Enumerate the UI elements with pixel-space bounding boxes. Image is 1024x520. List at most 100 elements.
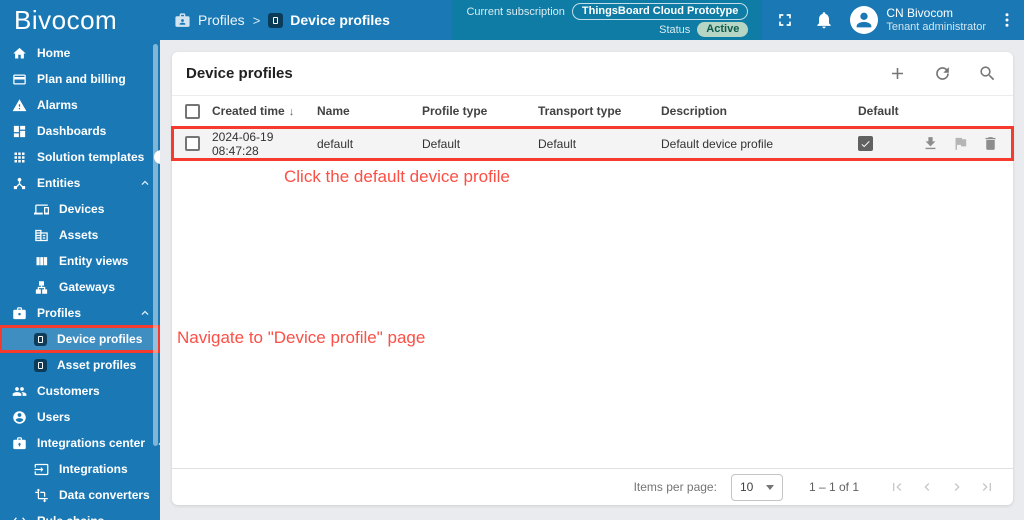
subscription-row: Current subscription ThingsBoard Cloud P… [466,3,749,20]
sidebar-item-entity-views[interactable]: Entity views [0,248,160,274]
last-page-icon[interactable] [979,479,995,495]
sidebar-item-customers[interactable]: Customers [0,378,160,404]
set-default-flag-icon[interactable] [952,135,969,152]
row-actions [922,135,1013,152]
breadcrumb-page-label: Device profiles [290,12,390,28]
column-header-default[interactable]: Default [858,104,922,118]
profiles-icon [175,12,190,27]
app-root: Bivocom Profiles > Device profiles Curre… [0,0,1024,520]
status-badge: Active [697,22,749,37]
sidebar-item-home[interactable]: Home [0,40,160,66]
column-header-profile-type[interactable]: Profile type [422,104,538,118]
warning-icon [12,98,27,111]
sidebar-item-devices[interactable]: Devices [0,196,160,222]
first-page-icon[interactable] [889,479,905,495]
sidebar-item-label: Data converters [59,488,150,502]
sidebar-item-label: Customers [37,384,100,398]
sidebar-item-label: Devices [59,202,105,216]
cell-profile-type: Default [422,136,461,151]
chevron-up-icon [141,310,149,315]
cell-description: Default device profile [661,136,774,151]
export-download-icon[interactable] [922,135,939,152]
home-icon [13,47,26,58]
devices-icon [34,204,49,214]
sidebar-item-assets[interactable]: Assets [0,222,160,248]
user-avatar[interactable] [850,6,879,34]
sidebar-item-label: Integrations center [37,436,146,450]
sidebar-scrollbar[interactable] [153,44,158,446]
row-checkbox-cell [185,136,203,151]
sidebar-item-asset-profiles[interactable]: Asset profiles [0,352,160,378]
sidebar-item-profiles[interactable]: Profiles [0,300,160,326]
next-page-icon[interactable] [949,479,965,495]
page-title: Device profiles [186,65,293,82]
apps-grid-icon [14,152,25,162]
column-header-name[interactable]: Name [317,104,422,118]
column-header-created-time[interactable]: Created time ↓ [212,104,317,118]
sidebar-item-device-profiles[interactable]: Device profiles [0,325,160,353]
search-icon[interactable] [978,64,997,83]
table-row[interactable]: 2024-06-19 08:47:28 default Default Defa… [171,126,1014,161]
data-converters-transform-icon [35,488,48,502]
card-toolbar: Device profiles [172,52,1013,96]
select-caret-icon [765,484,774,490]
sidebar-item-label: Home [37,46,71,60]
header-checkbox-cell [185,103,203,119]
sidebar-item-label: Users [37,410,71,424]
chevron-up-icon [141,180,149,185]
logo-wrap: Bivocom [0,5,160,36]
cell-transport-type: Default [538,136,577,151]
sidebar-item-label: Plan and billing [37,72,126,86]
sidebar-item-label: Assets [59,228,99,242]
brand-logo: Bivocom [14,4,118,35]
sidebar-item-solution-templates[interactable]: Solution templates NEW [0,144,160,170]
sidebar-item-gateways[interactable]: Gateways [0,274,160,300]
pagination-bar: Items per page: 10 1 – 1 of 1 [172,468,1013,505]
cell-created-time: 2024-06-19 08:47:28 [212,129,274,158]
sidebar-item-label: Rule chains [37,514,104,520]
sidebar-item-integrations[interactable]: Integrations [0,456,160,482]
sidebar-item-dashboards[interactable]: Dashboards [0,118,160,144]
refresh-icon[interactable] [933,64,952,83]
user-info[interactable]: CN Bivocom Tenant administrator [886,6,986,35]
add-device-profile-icon[interactable] [888,64,907,83]
top-header: Bivocom Profiles > Device profiles Curre… [0,0,1024,40]
profiles-briefcase-icon [13,306,26,319]
delete-trash-icon[interactable] [982,135,999,152]
device-profile-box-icon [268,12,284,28]
sidebar-item-label: Asset profiles [57,358,137,372]
sort-desc-icon[interactable]: ↓ [289,106,295,118]
sidebar-item-label: Device profiles [57,332,143,346]
kebab-menu-icon[interactable] [998,10,1016,30]
asset-profile-box-icon [34,358,47,372]
notifications-bell-icon[interactable] [814,10,834,30]
customers-people-icon [12,386,27,396]
device-profiles-card: Device profiles Created time ↓ Name Prof… [171,52,1014,505]
user-role: Tenant administrator [886,20,986,33]
column-header-transport-type[interactable]: Transport type [538,104,661,118]
sidebar-item-data-converters[interactable]: Data converters [0,482,160,508]
subscription-block[interactable]: Current subscription ThingsBoard Cloud P… [452,0,763,40]
avatar-person-icon [856,12,872,28]
sidebar-item-alarms[interactable]: Alarms [0,92,160,118]
gateways-lan-icon [35,280,48,294]
breadcrumb-device-profiles: Device profiles [268,12,390,28]
default-checked-checkbox[interactable] [858,136,873,151]
prev-page-icon[interactable] [919,479,935,495]
row-select-checkbox[interactable] [185,136,200,151]
column-header-description[interactable]: Description [661,104,858,118]
subscription-plan-pill[interactable]: ThingsBoard Cloud Prototype [571,3,749,20]
table-header-row: Created time ↓ Name Profile type Transpor… [172,96,1013,127]
sidebar-item-integrations-center[interactable]: Integrations center [0,430,160,456]
fullscreen-icon[interactable] [775,10,795,30]
sidebar-item-users[interactable]: Users [0,404,160,430]
sidebar-item-entities[interactable]: Entities [0,170,160,196]
select-all-checkbox[interactable] [185,103,200,119]
sidebar-item-rule-chains[interactable]: Rule chains [0,508,160,520]
breadcrumb-profiles[interactable]: Profiles [174,12,245,29]
sidebar-item-plan-and-billing[interactable]: Plan and billing [0,66,160,92]
user-name: CN Bivocom [886,5,954,20]
items-per-page-select[interactable]: 10 [730,473,783,501]
column-label: Created time [212,104,285,118]
breadcrumb-section-label: Profiles [198,12,245,28]
